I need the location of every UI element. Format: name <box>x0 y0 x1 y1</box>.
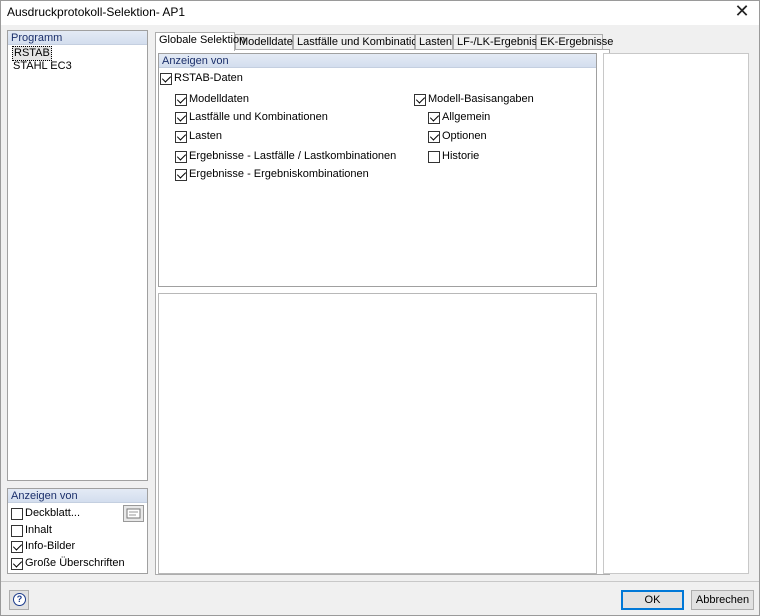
modell-basisangaben-checkbox-box[interactable] <box>414 93 426 106</box>
tab-lastfaelle-kombinationen[interactable]: Lastfälle und Kombinationen <box>293 34 436 50</box>
optionen-checkbox[interactable]: Optionen <box>428 130 487 144</box>
grosse-ueberschriften-label: Große Überschriften <box>25 557 125 569</box>
ergebnisse-ek-checkbox-box[interactable] <box>175 168 187 181</box>
help-icon: ? <box>13 593 26 606</box>
allgemein-label: Allgemein <box>442 111 491 123</box>
rstab-daten-checkbox[interactable]: RSTAB-Daten <box>160 72 243 86</box>
allgemein-checkbox[interactable]: Allgemein <box>428 111 490 125</box>
program-item-stahl-ec3[interactable]: STAHL EC3 <box>12 60 73 73</box>
allgemein-checkbox-box[interactable] <box>428 111 440 124</box>
ergebnisse-lf-lk-label: Ergebnisse - Lastfälle / Lastkombination… <box>189 150 397 162</box>
lasten-checkbox-box[interactable] <box>175 130 187 143</box>
right-side-panel <box>603 53 749 574</box>
anzeigen-left-header: Anzeigen von <box>8 489 147 503</box>
inhalt-checkbox-box[interactable] <box>11 524 23 537</box>
rstab-daten-label: RSTAB-Daten <box>174 72 243 84</box>
grosse-ueberschriften-checkbox-box[interactable] <box>11 557 23 570</box>
lasten-checkbox[interactable]: Lasten <box>175 130 222 144</box>
ok-button[interactable]: OK <box>621 590 684 610</box>
historie-label: Historie <box>442 150 480 162</box>
program-item-rstab[interactable]: RSTAB <box>12 46 52 61</box>
modelldaten-checkbox-box[interactable] <box>175 93 187 106</box>
footer-separator <box>1 581 759 582</box>
lastfaelle-label: Lastfälle und Kombinationen <box>189 111 328 123</box>
info-bilder-checkbox[interactable]: Info-Bilder <box>11 540 75 554</box>
lower-empty-panel <box>158 293 597 574</box>
edit-page-button[interactable] <box>123 505 144 522</box>
anzeigen-main-header: Anzeigen von <box>159 54 596 68</box>
tab-lasten[interactable]: Lasten <box>415 34 453 50</box>
programm-header: Programm <box>8 31 147 45</box>
tab-globale-selektion[interactable]: Globale Selektion <box>155 32 245 51</box>
modell-basisangaben-checkbox[interactable]: Modell-Basisangaben <box>414 93 534 107</box>
dialog-window: Ausdruckprotokoll-Selektion- AP1 ✕ Progr… <box>0 0 760 616</box>
modell-basisangaben-label: Modell-Basisangaben <box>428 93 534 105</box>
optionen-label: Optionen <box>442 130 487 142</box>
ergebnisse-lf-lk-checkbox[interactable]: Ergebnisse - Lastfälle / Lastkombination… <box>175 150 396 164</box>
inhalt-checkbox[interactable]: Inhalt <box>11 524 52 538</box>
modelldaten-checkbox[interactable]: Modelldaten <box>175 93 249 107</box>
lastfaelle-checkbox[interactable]: Lastfälle und Kombinationen <box>175 111 328 125</box>
grosse-ueberschriften-checkbox[interactable]: Große Überschriften <box>11 557 125 571</box>
deckblatt-checkbox[interactable]: Deckblatt... <box>11 507 80 521</box>
rstab-daten-checkbox-box[interactable] <box>160 72 172 85</box>
edit-page-icon <box>126 508 141 519</box>
tab-ek-ergebnisse[interactable]: EK-Ergebnisse <box>536 34 613 50</box>
info-bilder-checkbox-box[interactable] <box>11 540 23 553</box>
optionen-checkbox-box[interactable] <box>428 130 440 143</box>
modelldaten-label: Modelldaten <box>189 93 249 105</box>
cancel-button[interactable]: Abbrechen <box>691 590 754 610</box>
historie-checkbox[interactable]: Historie <box>428 150 479 164</box>
ergebnisse-lf-lk-checkbox-box[interactable] <box>175 150 187 163</box>
help-button[interactable]: ? <box>9 590 29 610</box>
historie-checkbox-box[interactable] <box>428 150 440 163</box>
deckblatt-label: Deckblatt... <box>25 507 81 519</box>
info-bilder-label: Info-Bilder <box>25 540 76 552</box>
programm-panel: Programm RSTAB STAHL EC3 <box>7 30 148 481</box>
window-title: Ausdruckprotokoll-Selektion- AP1 <box>7 5 186 19</box>
tab-lf-lk-ergebnisse[interactable]: LF-/LK-Ergebnisse <box>453 34 549 50</box>
close-icon[interactable]: ✕ <box>725 1 759 25</box>
lasten-label: Lasten <box>189 130 223 142</box>
inhalt-label: Inhalt <box>25 524 52 536</box>
deckblatt-checkbox-box[interactable] <box>11 507 23 520</box>
ergebnisse-ek-label: Ergebnisse - Ergebniskombinationen <box>189 168 369 180</box>
ergebnisse-ek-checkbox[interactable]: Ergebnisse - Ergebniskombinationen <box>175 168 369 182</box>
title-bar: Ausdruckprotokoll-Selektion- AP1 ✕ <box>1 1 759 25</box>
lastfaelle-checkbox-box[interactable] <box>175 111 187 124</box>
